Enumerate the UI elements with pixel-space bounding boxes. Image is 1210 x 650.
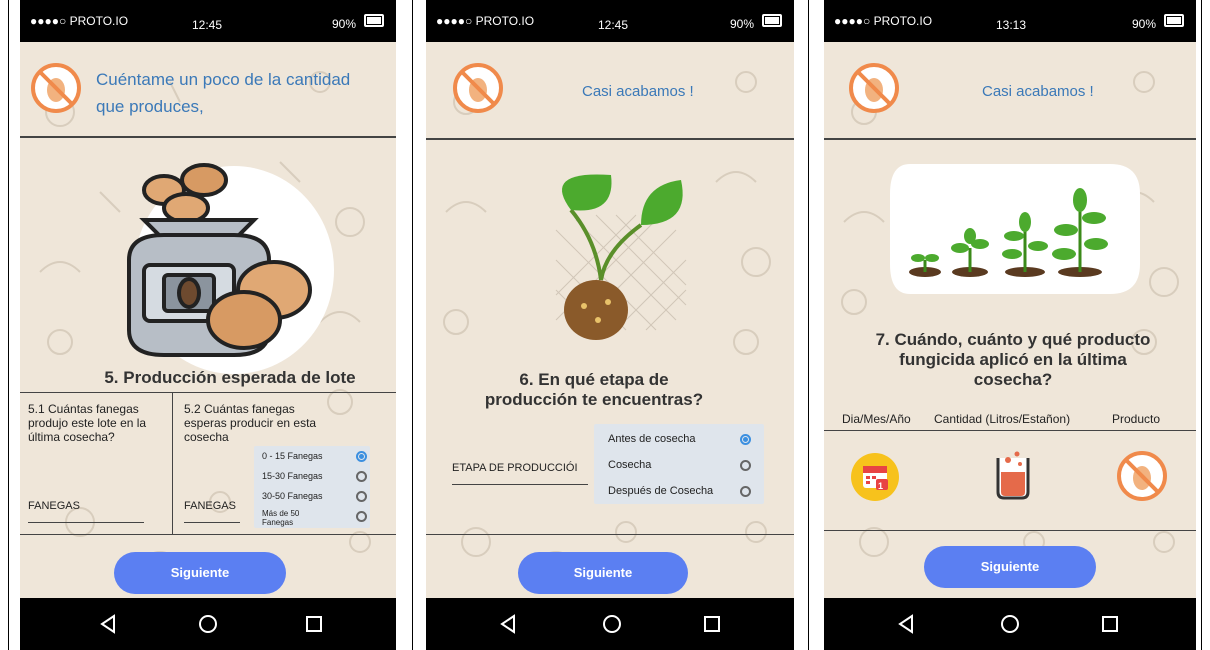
option-label: Después de Cosecha bbox=[608, 485, 714, 497]
radio[interactable] bbox=[356, 511, 367, 522]
status-bar: ●●●●○ PROTO.IO 12:45 90% bbox=[20, 0, 396, 42]
battery-percent: 90% bbox=[1131, 17, 1156, 31]
header-prompt: Casi acabamos ! bbox=[982, 83, 1094, 100]
fanegas-dropdown: 0 - 15 Fanegas 15-30 Fanegas 30-50 Faneg… bbox=[254, 446, 370, 528]
coffee-pattern-background bbox=[841, 71, 1179, 563]
clock: 13:13 bbox=[996, 18, 1027, 32]
fanegas-input-line[interactable] bbox=[28, 522, 144, 523]
divider bbox=[426, 534, 794, 535]
column-divider bbox=[172, 392, 173, 534]
fanegas-input-line[interactable] bbox=[184, 522, 240, 523]
status-bar: ●●●●○ PROTO.IO 12:45 90% bbox=[426, 0, 794, 42]
android-nav-bar bbox=[426, 598, 794, 650]
clock: 12:45 bbox=[192, 18, 223, 32]
column-quantity: Cantidad (Litros/Estañon) bbox=[934, 412, 1071, 426]
option-label: Antes de cosecha bbox=[608, 433, 696, 445]
question-title: 6. En qué etapa de producción te encuent… bbox=[484, 370, 704, 409]
carrier-text: ●●●●○ PROTO.IO bbox=[30, 14, 129, 28]
etapa-dropdown: Antes de cosecha Cosecha Después de Cose… bbox=[594, 424, 764, 504]
divider bbox=[20, 534, 396, 535]
back-icon[interactable] bbox=[96, 612, 120, 636]
beaker-icon[interactable] bbox=[990, 446, 1036, 502]
phone-screen-1: ●●●●○ PROTO.IO 12:45 90% Cuéntame un poc… bbox=[20, 0, 396, 650]
next-button[interactable]: Siguiente bbox=[114, 552, 286, 594]
radio[interactable] bbox=[740, 460, 751, 471]
no-fungus-logo-icon bbox=[453, 63, 503, 113]
recents-icon[interactable] bbox=[1098, 612, 1122, 636]
phone-screen-2: ●●●●○ PROTO.IO 12:45 90% Casi acabamos !… bbox=[426, 0, 794, 650]
back-icon[interactable] bbox=[894, 612, 918, 636]
option-label: 30-50 Fanegas bbox=[262, 491, 323, 501]
android-nav-bar bbox=[824, 598, 1196, 650]
divider bbox=[824, 138, 1196, 140]
carrier-text: ●●●●○ PROTO.IO bbox=[436, 14, 535, 28]
cell-border bbox=[1201, 0, 1202, 650]
home-icon[interactable] bbox=[600, 612, 624, 636]
divider bbox=[20, 392, 396, 393]
divider bbox=[824, 530, 1196, 531]
battery-percent: 90% bbox=[729, 17, 754, 31]
fanegas-field-label: FANEGAS bbox=[184, 500, 236, 512]
radio[interactable] bbox=[740, 486, 751, 497]
battery-icon bbox=[1164, 14, 1184, 27]
option-label: 15-30 Fanegas bbox=[262, 471, 323, 481]
cell-border bbox=[412, 0, 413, 650]
radio-selected[interactable] bbox=[740, 434, 751, 445]
seedling-illustration bbox=[555, 174, 687, 340]
battery-icon bbox=[364, 14, 384, 27]
no-fungus-logo-icon bbox=[31, 63, 81, 113]
carrier-text: ●●●●○ PROTO.IO bbox=[834, 14, 933, 28]
calendar-icon bbox=[851, 453, 899, 501]
option-label: 0 - 15 Fanegas bbox=[262, 451, 323, 461]
growing-plants-illustration bbox=[890, 164, 1140, 294]
android-nav-bar bbox=[20, 598, 396, 650]
question-title: 5. Producción esperada de lote bbox=[104, 368, 356, 387]
next-button[interactable]: Siguiente bbox=[518, 552, 688, 594]
battery-icon bbox=[762, 14, 782, 27]
column-product: Producto bbox=[1112, 412, 1161, 426]
calendar-button[interactable]: 1 bbox=[850, 452, 900, 502]
recents-icon[interactable] bbox=[302, 612, 326, 636]
etapa-field-label: ETAPA DE PRODUCCIÓI bbox=[452, 462, 578, 474]
status-bar: ●●●●○ PROTO.IO 13:13 90% bbox=[824, 0, 1196, 42]
fanegas-field-label: FANEGAS bbox=[28, 500, 80, 512]
radio-selected[interactable] bbox=[356, 451, 367, 462]
option-label: Más de 50 Fanegas bbox=[262, 509, 300, 527]
column-date: Dia/Mes/Año bbox=[842, 412, 911, 426]
battery-percent: 90% bbox=[331, 17, 356, 31]
radio[interactable] bbox=[356, 491, 367, 502]
coffee-sack-illustration bbox=[127, 163, 334, 374]
question-title: 7. Cuándo, cuánto y qué producto fungici… bbox=[875, 330, 1151, 389]
home-icon[interactable] bbox=[998, 612, 1022, 636]
cell-border bbox=[8, 0, 9, 650]
home-icon[interactable] bbox=[196, 612, 220, 636]
divider bbox=[20, 136, 396, 138]
etapa-input-line[interactable] bbox=[452, 484, 588, 485]
clock: 12:45 bbox=[598, 18, 629, 32]
cell-border bbox=[808, 0, 809, 650]
calendar-badge: 1 bbox=[878, 481, 884, 491]
back-icon[interactable] bbox=[496, 612, 520, 636]
question-5-1: 5.1 Cuántas fanegas produjo este lote en… bbox=[28, 402, 147, 444]
question-5-2: 5.2 Cuántas fanegas esperas producir en … bbox=[184, 402, 317, 444]
header-prompt: Cuéntame un poco de la cantidad que prod… bbox=[96, 70, 351, 116]
phone-screen-3: ●●●●○ PROTO.IO 13:13 90% Casi acabamos !… bbox=[824, 0, 1196, 650]
no-fungus-product-icon[interactable] bbox=[1116, 450, 1168, 502]
no-fungus-logo-icon bbox=[849, 63, 899, 113]
option-label: Cosecha bbox=[608, 459, 652, 471]
divider bbox=[824, 430, 1196, 431]
recents-icon[interactable] bbox=[700, 612, 724, 636]
divider bbox=[426, 138, 794, 140]
next-button[interactable]: Siguiente bbox=[924, 546, 1096, 588]
header-prompt: Casi acabamos ! bbox=[582, 83, 694, 100]
radio[interactable] bbox=[356, 471, 367, 482]
